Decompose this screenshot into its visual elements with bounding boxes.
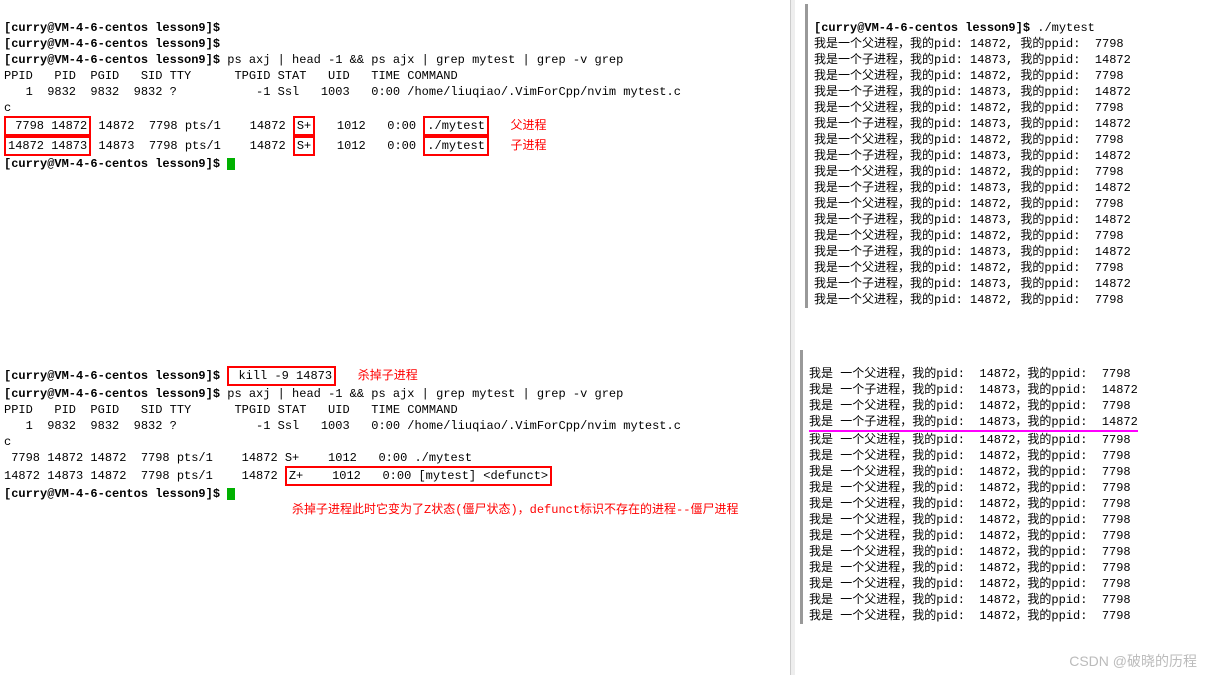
cmd: ./mytest	[1030, 21, 1095, 35]
terminal-bottom-left[interactable]: [curry@VM-4-6-centos lesson9]$ kill -9 1…	[4, 350, 794, 518]
output-parent: 我是一个父进程，我的pid: 14872, 我的ppid: 7798	[814, 133, 1124, 147]
output-parent: 我是 一个父进程，我的pid: 14872，我的ppid: 7798	[809, 433, 1131, 447]
cursor-icon	[227, 488, 235, 500]
terminal-top-right[interactable]: [curry@VM-4-6-centos lesson9]$ ./mytest …	[805, 4, 1207, 308]
output-parent: 我是 一个父进程，我的pid: 14872，我的ppid: 7798	[809, 593, 1131, 607]
output-parent: 我是一个父进程，我的pid: 14872, 我的ppid: 7798	[814, 165, 1124, 179]
highlight-stat: S+	[293, 116, 315, 136]
output-child: 我是一个子进程，我的pid: 14873, 我的ppid: 14872	[814, 53, 1131, 67]
output-parent: 我是一个父进程，我的pid: 14872, 我的ppid: 7798	[814, 69, 1124, 83]
highlight-ppid-pid: 7798 14872	[4, 116, 91, 136]
output-parent: 我是一个父进程，我的pid: 14872, 我的ppid: 7798	[814, 101, 1124, 115]
output-parent: 我是 一个父进程，我的pid: 14872，我的ppid: 7798	[809, 609, 1131, 623]
output-child: 我是一个子进程，我的pid: 14873, 我的ppid: 14872	[814, 181, 1131, 195]
output-parent: 我是 一个父进程，我的pid: 14872，我的ppid: 7798	[809, 497, 1131, 511]
cursor-icon	[227, 158, 235, 170]
output-parent: 我是 一个父进程，我的pid: 14872，我的ppid: 7798	[809, 481, 1131, 495]
output-child: 我是一个子进程，我的pid: 14873, 我的ppid: 14872	[814, 149, 1131, 163]
ps-header: PPID PID PGID SID TTY TPGID STAT UID TIM…	[4, 69, 458, 83]
output-child: 我是 一个子进程，我的pid: 14873，我的ppid: 14872	[809, 383, 1138, 397]
kill-label: 杀掉子进程	[358, 369, 418, 383]
highlight-cmd: ./mytest	[423, 136, 489, 156]
terminal-bottom-right[interactable]: 我是 一个父进程，我的pid: 14872，我的ppid: 7798 我是 一个…	[800, 350, 1207, 624]
output-parent: 我是 一个父进程，我的pid: 14872，我的ppid: 7798	[809, 465, 1131, 479]
highlight-kill-cmd: kill -9 14873	[227, 366, 336, 386]
output-parent: 我是 一个父进程，我的pid: 14872，我的ppid: 7798	[809, 399, 1131, 413]
prompt: [curry@VM-4-6-centos lesson9]$	[4, 21, 220, 35]
output-parent: 我是一个父进程，我的pid: 14872, 我的ppid: 7798	[814, 293, 1124, 307]
output-parent: 我是 一个父进程，我的pid: 14872，我的ppid: 7798	[809, 529, 1131, 543]
ps-row: c	[4, 435, 11, 449]
zombie-note: 杀掉子进程此时它变为了Z状态(僵尸状态)，defunct标识不存在的进程--僵尸…	[292, 503, 738, 517]
output-child: 我是一个子进程，我的pid: 14873, 我的ppid: 14872	[814, 117, 1131, 131]
prompt: [curry@VM-4-6-centos lesson9]$	[4, 37, 220, 51]
highlight-ppid-pid: 14872 14873	[4, 136, 91, 156]
terminal-top-left[interactable]: [curry@VM-4-6-centos lesson9]$ [curry@VM…	[4, 4, 794, 172]
output-parent: 我是一个父进程，我的pid: 14872, 我的ppid: 7798	[814, 37, 1124, 51]
output-parent: 我是一个父进程，我的pid: 14872, 我的ppid: 7798	[814, 261, 1124, 275]
output-parent: 我是 一个父进程，我的pid: 14872，我的ppid: 7798	[809, 545, 1131, 559]
prompt: [curry@VM-4-6-centos lesson9]$	[814, 21, 1030, 35]
output-parent: 我是 一个父进程，我的pid: 14872，我的ppid: 7798	[809, 449, 1131, 463]
prompt: [curry@VM-4-6-centos lesson9]$	[4, 53, 220, 67]
prompt: [curry@VM-4-6-centos lesson9]$	[4, 157, 220, 171]
output-parent: 我是 一个父进程，我的pid: 14872，我的ppid: 7798	[809, 561, 1131, 575]
output-parent: 我是 一个父进程，我的pid: 14872，我的ppid: 7798	[809, 367, 1131, 381]
output-child: 我是一个子进程，我的pid: 14873, 我的ppid: 14872	[814, 85, 1131, 99]
highlight-stat: S+	[293, 136, 315, 156]
prompt: [curry@VM-4-6-centos lesson9]$	[4, 387, 220, 401]
output-child: 我是一个子进程，我的pid: 14873, 我的ppid: 14872	[814, 213, 1131, 227]
ps-header: PPID PID PGID SID TTY TPGID STAT UID TIM…	[4, 403, 458, 417]
watermark: CSDN @破晓的历程	[1069, 651, 1197, 671]
output-parent: 我是一个父进程，我的pid: 14872, 我的ppid: 7798	[814, 229, 1124, 243]
parent-label: 父进程	[511, 119, 547, 133]
highlight-last-child: 我是 一个子进程，我的pid: 14873，我的ppid: 14872	[809, 414, 1138, 432]
highlight-zombie-stat: Z+ 1012 0:00 [mytest] <defunct>	[285, 466, 552, 486]
prompt: [curry@VM-4-6-centos lesson9]$	[4, 487, 220, 501]
highlight-cmd: ./mytest	[423, 116, 489, 136]
ps-row: 1 9832 9832 9832 ? -1 Ssl 1003 0:00 /hom…	[4, 419, 681, 433]
prompt: [curry@VM-4-6-centos lesson9]$	[4, 369, 220, 383]
child-label: 子进程	[511, 139, 547, 153]
ps-row: 7798 14872 14872 7798 pts/1 14872 S+ 101…	[4, 451, 472, 465]
cmd: ps axj | head -1 && ps ajx | grep mytest…	[220, 53, 623, 67]
ps-row: 14872 14873 14872 7798 pts/1 14872	[4, 469, 285, 483]
output-child: 我是一个子进程，我的pid: 14873, 我的ppid: 14872	[814, 245, 1131, 259]
output-parent: 我是 一个父进程，我的pid: 14872，我的ppid: 7798	[809, 513, 1131, 527]
output-parent: 我是一个父进程，我的pid: 14872, 我的ppid: 7798	[814, 197, 1124, 211]
output-parent: 我是 一个父进程，我的pid: 14872，我的ppid: 7798	[809, 577, 1131, 591]
cmd: ps axj | head -1 && ps ajx | grep mytest…	[220, 387, 623, 401]
ps-row: c	[4, 101, 11, 115]
ps-row: 1 9832 9832 9832 ? -1 Ssl 1003 0:00 /hom…	[4, 85, 681, 99]
output-child: 我是一个子进程，我的pid: 14873, 我的ppid: 14872	[814, 277, 1131, 291]
